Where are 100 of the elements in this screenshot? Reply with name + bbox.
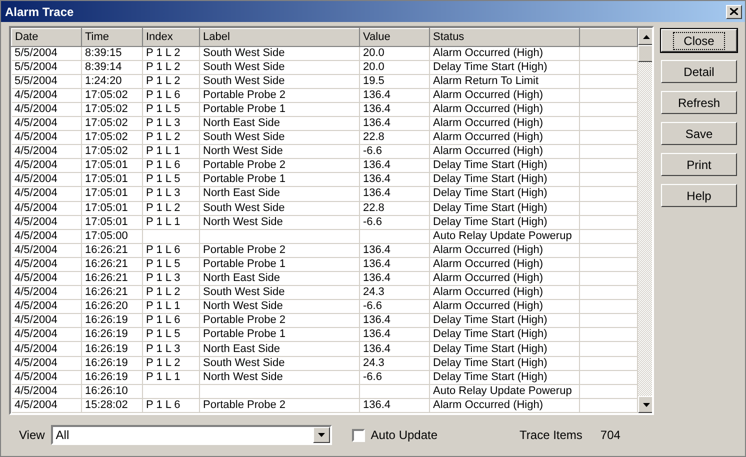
table-cell: 16:26:21	[85, 272, 128, 284]
table-cell: P 1 L 3	[146, 272, 180, 284]
table-cell: North West Side	[203, 216, 283, 228]
table-cell: 16:26:20	[85, 300, 128, 312]
table-cell: Auto Relay Update Powerup	[433, 384, 572, 397]
table-cell: North East Side	[203, 117, 280, 130]
table-cell: P 1 L 1	[146, 216, 180, 228]
table-cell: Alarm Occurred (High)	[433, 300, 544, 312]
auto-update-checkbox[interactable]	[352, 428, 365, 442]
table-cell: Delay Time Start (High)	[433, 328, 548, 340]
table-cell: 17:05:02	[85, 131, 128, 144]
table-cell: Delay Time Start (High)	[433, 187, 548, 200]
up-arrow-icon	[643, 34, 650, 38]
table-cell: 4/5/2004	[14, 300, 58, 312]
down-arrow-icon	[643, 402, 650, 406]
scroll-up-button[interactable]	[638, 28, 652, 45]
table-cell: 136.4	[363, 173, 391, 186]
table-cell: South West Side	[203, 202, 285, 214]
table-cell: North West Side	[203, 300, 283, 312]
table-cell: Alarm Occurred (High)	[433, 145, 544, 158]
table-cell: 16:26:19	[85, 356, 128, 369]
column-header[interactable]: Label	[200, 28, 360, 46]
action-button[interactable]: Save	[661, 122, 737, 145]
table-cell: P 1 L 6	[146, 314, 180, 326]
table-cell: 16:26:21	[85, 244, 128, 256]
table-cell: 20.0	[363, 46, 384, 59]
table-cell: Portable Probe 1	[203, 258, 286, 270]
close-button[interactable]	[726, 4, 742, 18]
table-cell: Portable Probe 1	[203, 328, 286, 340]
table-cell: 136.4	[363, 328, 391, 340]
table-cell: Alarm Occurred (High)	[433, 88, 544, 101]
column-header[interactable]: Status	[430, 28, 580, 46]
column-header[interactable]: Index	[142, 28, 200, 46]
table-cell: South West Side	[203, 74, 285, 87]
action-button[interactable]: Print	[661, 153, 737, 176]
table-cell: P 1 L 3	[146, 342, 180, 355]
table-cell: North West Side	[203, 370, 283, 383]
table-cell: 4/5/2004	[14, 370, 58, 383]
table-cell: 17:05:00	[85, 230, 128, 242]
table-cell: North East Side	[203, 187, 280, 200]
table-cell: 136.4	[363, 187, 391, 200]
table-cell: 17:05:01	[85, 159, 128, 172]
view-dropdown[interactable]: All	[50, 425, 332, 445]
table-cell: P 1 L 5	[146, 328, 180, 340]
table-cell: Portable Probe 2	[203, 88, 286, 101]
table-cell: 16:26:21	[85, 286, 128, 298]
table-cell: 136.4	[363, 244, 391, 256]
trace-items-count: 704	[600, 427, 620, 444]
table-cell: P 1 L 5	[146, 102, 180, 115]
scroll-thumb[interactable]	[638, 45, 652, 62]
table-cell: P 1 L 5	[146, 173, 180, 186]
table-cell: 136.4	[363, 258, 391, 270]
table-cell: 4/5/2004	[14, 398, 58, 411]
table-cell: 4/5/2004	[14, 384, 58, 397]
table-cell: 17:05:01	[85, 173, 128, 186]
table-cell: North East Side	[203, 272, 280, 284]
action-button[interactable]: Close	[661, 29, 737, 52]
dropdown-button[interactable]	[312, 427, 330, 443]
table-cell: Portable Probe 2	[203, 314, 286, 326]
table-cell: 4/5/2004	[14, 173, 58, 186]
table-cell: P 1 L 2	[146, 46, 180, 59]
table-cell: North East Side	[203, 342, 280, 355]
table-cell: 22.8	[363, 202, 384, 214]
action-button[interactable]: Refresh	[661, 91, 737, 114]
table-cell: 4/5/2004	[14, 314, 58, 326]
table-cell: P 1 L 2	[146, 131, 180, 144]
table-cell: 17:05:01	[85, 187, 128, 200]
table-cell: 17:05:02	[85, 88, 128, 101]
table-cell: 17:05:02	[85, 102, 128, 115]
column-header[interactable]: Date	[12, 28, 82, 46]
table-cell: 4/5/2004	[14, 216, 58, 228]
table-cell: 136.4	[363, 398, 391, 411]
table-cell: Delay Time Start (High)	[433, 173, 548, 186]
column-header[interactable]: Time	[82, 28, 142, 46]
table-cell: 16:26:10	[85, 384, 128, 397]
table-cell: Portable Probe 1	[203, 173, 286, 186]
table-cell: Alarm Occurred (High)	[433, 244, 544, 256]
table-cell: 4/5/2004	[14, 102, 58, 115]
table-cell: 136.4	[363, 117, 391, 130]
table-cell: 136.4	[363, 159, 391, 172]
table-cell: South West Side	[203, 286, 285, 298]
scrollbar[interactable]	[638, 28, 652, 413]
scroll-down-button[interactable]	[638, 396, 652, 413]
column-header[interactable]: Value	[360, 28, 430, 46]
action-button[interactable]: Detail	[661, 60, 737, 83]
table-cell: 4/5/2004	[14, 258, 58, 270]
close-icon	[730, 8, 738, 15]
table-cell: Alarm Occurred (High)	[433, 272, 544, 284]
table-cell: 4/5/2004	[14, 131, 58, 144]
table-cell: 136.4	[363, 342, 391, 355]
table-cell: 17:05:02	[85, 117, 128, 130]
table-cell: 136.4	[363, 314, 391, 326]
table-cell: Alarm Occurred (High)	[433, 258, 544, 270]
table-cell: 5/5/2004	[14, 74, 58, 87]
table-cell: -6.6	[363, 370, 382, 383]
table-cell: 5/5/2004	[14, 60, 58, 73]
table-cell: Portable Probe 2	[203, 244, 286, 256]
table-cell: Delay Time Start (High)	[433, 356, 548, 369]
action-button[interactable]: Help	[661, 184, 737, 207]
table-cell: 4/5/2004	[14, 117, 58, 130]
